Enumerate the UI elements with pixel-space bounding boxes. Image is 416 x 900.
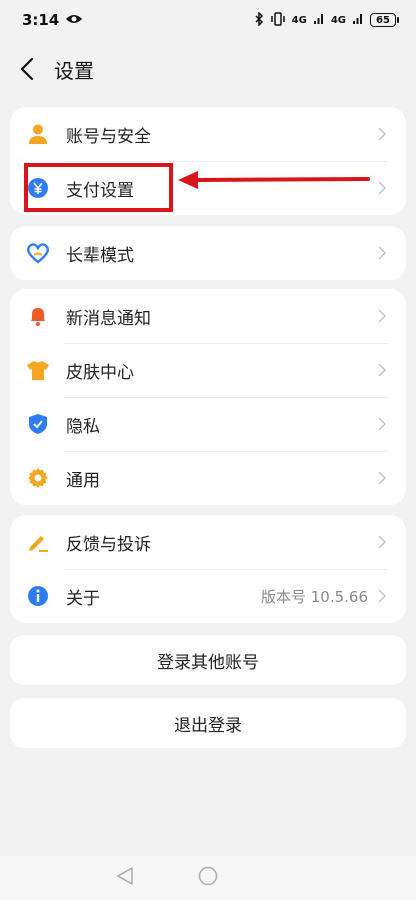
settings-group-about: 反馈与投诉 关于 版本号 10.5.66 — [10, 515, 406, 623]
status-left: 3:14 — [22, 11, 83, 29]
chevron-right-icon — [378, 180, 388, 196]
row-general[interactable]: 通用 — [10, 451, 406, 505]
row-about[interactable]: 关于 版本号 10.5.66 — [10, 569, 406, 623]
chevron-right-icon — [378, 362, 388, 378]
chevron-right-icon — [378, 245, 388, 261]
vibrate-icon — [270, 11, 286, 29]
row-feedback[interactable]: 反馈与投诉 — [10, 515, 406, 569]
settings-group-general: 新消息通知 皮肤中心 隐私 通用 — [10, 289, 406, 505]
nav-recents-icon[interactable] — [282, 869, 300, 887]
row-label: 反馈与投诉 — [66, 534, 151, 555]
shirt-icon — [26, 358, 50, 382]
shield-icon — [26, 412, 50, 436]
back-arrow-icon[interactable] — [16, 56, 38, 82]
chevron-right-icon — [378, 416, 388, 432]
chevron-right-icon — [378, 126, 388, 142]
bluetooth-icon — [254, 10, 264, 29]
login-other-account-button[interactable]: 登录其他账号 — [10, 635, 406, 685]
highlight-box — [24, 163, 173, 212]
header: 设置 — [0, 44, 416, 94]
battery-level: 65 — [376, 14, 390, 26]
eye-icon — [65, 11, 83, 29]
status-bar: 3:14 4G 4G 65 — [0, 0, 416, 40]
battery-icon: 65 — [370, 13, 399, 27]
row-skin-center[interactable]: 皮肤中心 — [10, 343, 406, 397]
row-label: 皮肤中心 — [66, 362, 134, 383]
chevron-right-icon — [378, 308, 388, 324]
chevron-right-icon — [378, 534, 388, 550]
person-icon — [26, 122, 50, 146]
logout-button[interactable]: 退出登录 — [10, 698, 406, 748]
row-label: 关于 — [66, 588, 100, 609]
gear-icon — [26, 466, 50, 490]
row-notifications[interactable]: 新消息通知 — [10, 289, 406, 343]
signal-4g-1: 4G — [291, 14, 307, 26]
row-account-security[interactable]: 账号与安全 — [10, 107, 406, 161]
status-time: 3:14 — [22, 11, 60, 29]
info-icon — [26, 584, 50, 608]
page-title: 设置 — [54, 58, 94, 83]
nav-home-icon[interactable] — [198, 866, 218, 890]
annotation-arrow-icon — [178, 171, 370, 189]
signal-bars-icon — [313, 13, 325, 28]
row-label: 长辈模式 — [66, 245, 134, 266]
row-label: 账号与安全 — [66, 126, 151, 147]
version-text: 版本号 10.5.66 — [260, 587, 368, 606]
bell-icon — [26, 304, 50, 328]
row-label: 通用 — [66, 470, 100, 491]
nav-back-icon[interactable] — [116, 866, 134, 890]
chevron-right-icon — [378, 588, 388, 604]
elder-heart-icon — [26, 241, 50, 265]
row-privacy[interactable]: 隐私 — [10, 397, 406, 451]
system-nav-bar — [0, 856, 416, 900]
row-elder-mode[interactable]: 长辈模式 — [10, 226, 406, 280]
pen-icon — [26, 530, 50, 554]
signal-4g-2: 4G — [330, 14, 346, 26]
row-label: 隐私 — [66, 416, 100, 437]
chevron-right-icon — [378, 470, 388, 486]
row-label: 新消息通知 — [66, 308, 151, 329]
status-right: 4G 4G 65 — [254, 10, 399, 29]
settings-group-elder: 长辈模式 — [10, 226, 406, 280]
signal-bars-icon — [352, 13, 364, 28]
